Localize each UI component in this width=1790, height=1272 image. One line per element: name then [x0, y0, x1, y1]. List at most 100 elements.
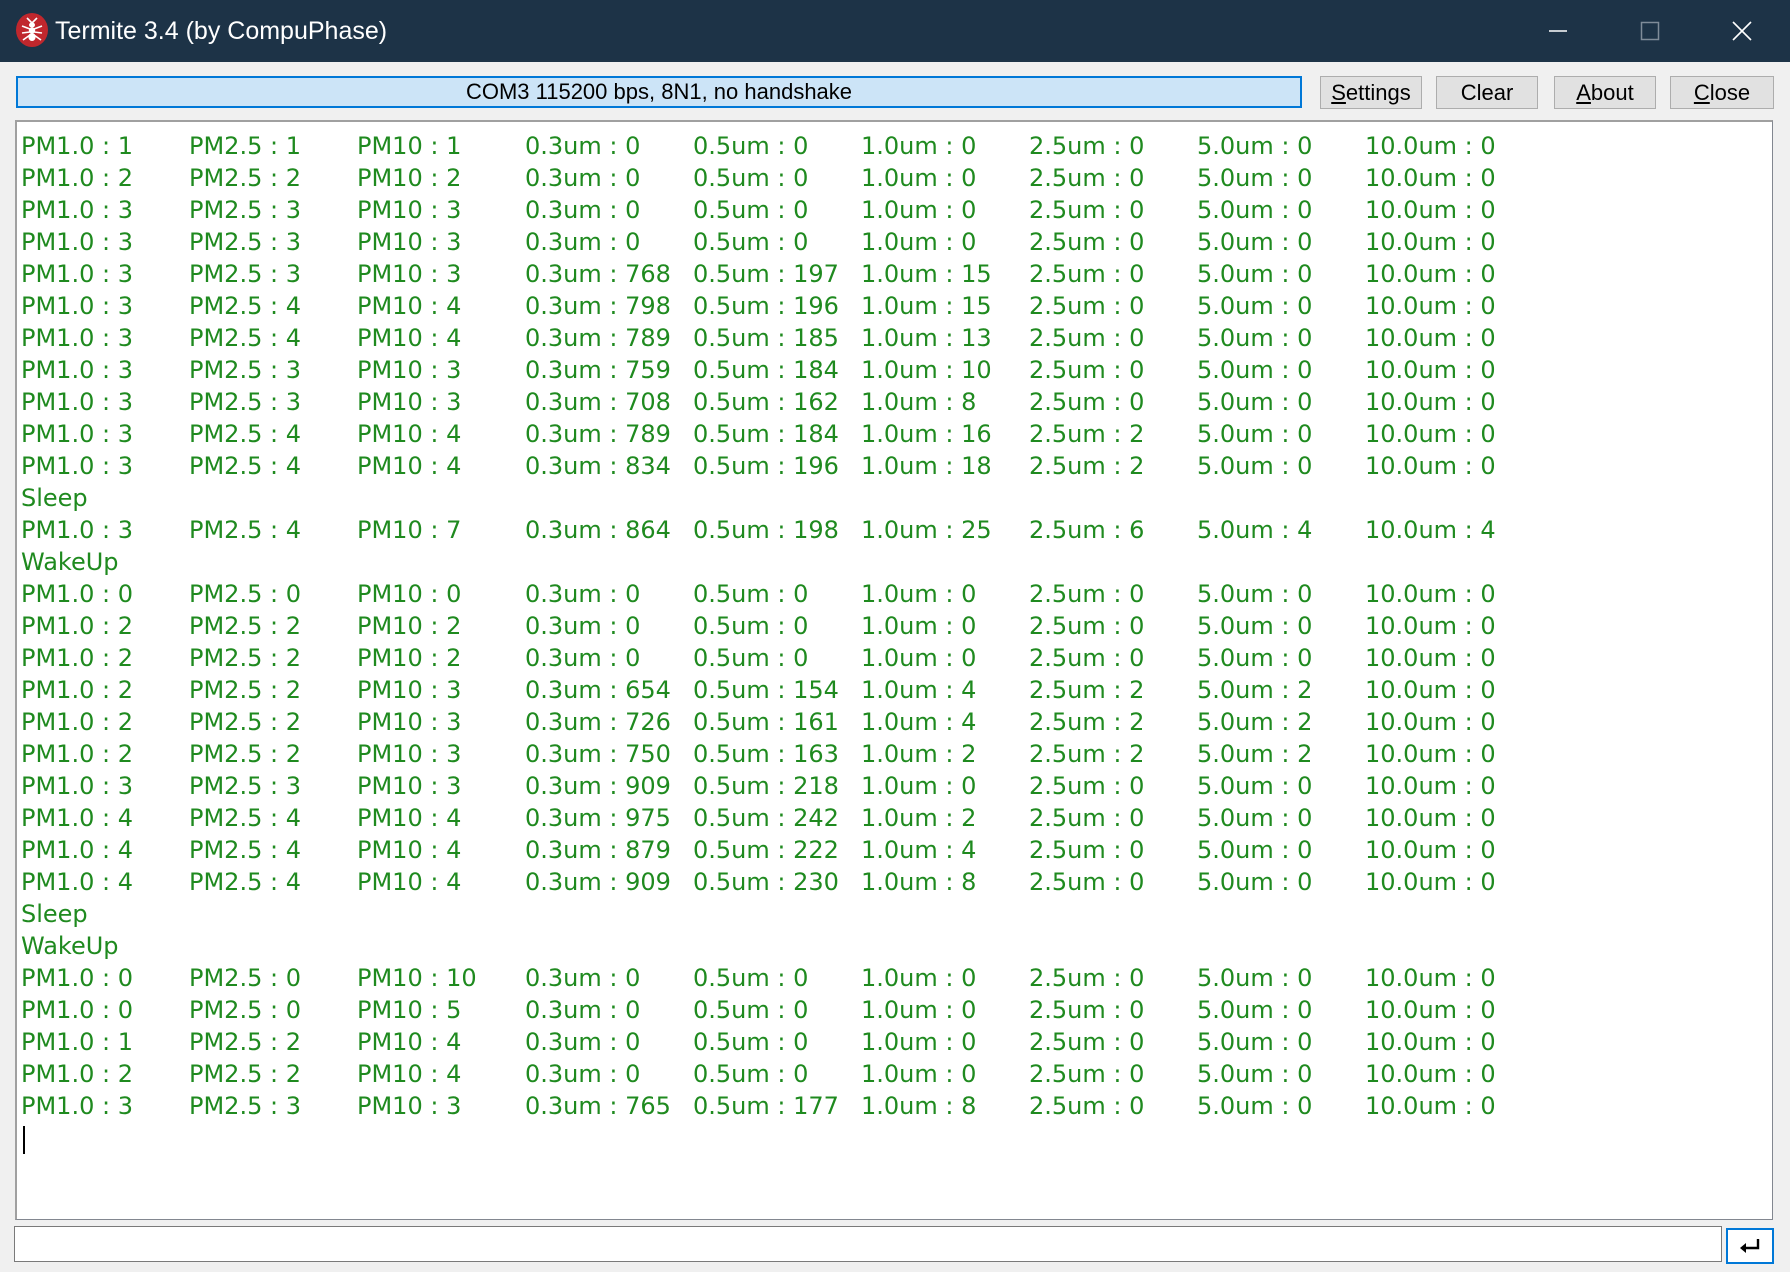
about-button[interactable]: About — [1554, 76, 1656, 109]
terminal-line: WakeUp — [21, 546, 1761, 578]
terminal-cell: 5.0um : 0 — [1197, 260, 1313, 288]
maximize-button[interactable] — [1604, 0, 1696, 62]
terminal-line: PM1.0 : 3 PM2.5 : 4 PM10 : 4 0.3um : 798 0.5… — [21, 290, 1761, 322]
terminal-cell: PM1.0 : 3 — [21, 260, 133, 288]
terminal-cell: 0.3um : 789 — [525, 324, 671, 352]
terminal-cell: 0.5um : 161 — [693, 708, 839, 736]
terminal-cell: 0.5um : 0 — [693, 164, 809, 192]
close-accel: C — [1693, 79, 1710, 105]
terminal-cell: PM10 : 2 — [357, 612, 462, 640]
terminal-output[interactable]: PM1.0 : 1 PM2.5 : 1 PM10 : 1 0.3um : 0 0.5um… — [15, 120, 1773, 1220]
terminal-line: PM1.0 : 2 PM2.5 : 2 PM10 : 2 0.3um : 0 0.5um… — [21, 610, 1761, 642]
app-ant-icon[interactable] — [16, 13, 48, 47]
terminal-cell: 5.0um : 0 — [1197, 388, 1313, 416]
terminal-cell: 2.5um : 0 — [1029, 356, 1145, 384]
terminal-cell: 5.0um : 0 — [1197, 420, 1313, 448]
terminal-cell: 1.0um : 4 — [861, 836, 977, 864]
terminal-cell: PM2.5 : 4 — [189, 292, 301, 320]
title-bar: Termite 3.4 (by CompuPhase) — [0, 0, 1790, 62]
terminal-cell: PM10 : 4 — [357, 1028, 462, 1056]
terminal-cell: 0.5um : 198 — [693, 516, 839, 544]
terminal-cell: Sleep — [21, 484, 88, 512]
terminal-cell: 0.3um : 0 — [525, 1028, 641, 1056]
terminal-cell: 0.5um : 177 — [693, 1092, 839, 1120]
terminal-cell: 2.5um : 0 — [1029, 388, 1145, 416]
settings-button[interactable]: Settings — [1320, 76, 1422, 109]
terminal-cell: PM2.5 : 4 — [189, 516, 301, 544]
terminal-cell: PM10 : 4 — [357, 420, 462, 448]
terminal-cell: 2.5um : 0 — [1029, 1028, 1145, 1056]
terminal-line: PM1.0 : 3 PM2.5 : 4 PM10 : 4 0.3um : 834 0.5… — [21, 450, 1761, 482]
terminal-cell: 2.5um : 0 — [1029, 228, 1145, 256]
terminal-cell: 0.5um : 230 — [693, 868, 839, 896]
terminal-cell: 0.3um : 708 — [525, 388, 671, 416]
terminal-cell: 2.5um : 0 — [1029, 1092, 1145, 1120]
terminal-cell: PM10 : 5 — [357, 996, 462, 1024]
terminal-cell: 1.0um : 8 — [861, 388, 977, 416]
port-status-field[interactable]: COM3 115200 bps, 8N1, no handshake — [16, 76, 1302, 108]
terminal-cell: PM2.5 : 2 — [189, 740, 301, 768]
terminal-cell: 10.0um : 0 — [1365, 324, 1496, 352]
terminal-cell: 5.0um : 0 — [1197, 868, 1313, 896]
close-button[interactable]: Close — [1670, 76, 1774, 109]
close-icon — [1732, 21, 1752, 41]
terminal-cell: 2.5um : 0 — [1029, 164, 1145, 192]
terminal-cell: 10.0um : 0 — [1365, 772, 1496, 800]
terminal-cell: PM10 : 3 — [357, 676, 462, 704]
terminal-cell: 1.0um : 0 — [861, 1060, 977, 1088]
terminal-cell: PM1.0 : 0 — [21, 964, 133, 992]
terminal-cell: 10.0um : 0 — [1365, 356, 1496, 384]
terminal-cell: PM1.0 : 3 — [21, 228, 133, 256]
settings-label: ettings — [1345, 79, 1411, 105]
terminal-cell: 2.5um : 0 — [1029, 644, 1145, 672]
close-window-button[interactable] — [1696, 0, 1788, 62]
terminal-cell: 5.0um : 0 — [1197, 644, 1313, 672]
minimize-button[interactable] — [1512, 0, 1604, 62]
clear-button[interactable]: Clear — [1436, 76, 1538, 109]
terminal-cell: PM1.0 : 2 — [21, 708, 133, 736]
terminal-cell: PM10 : 2 — [357, 644, 462, 672]
terminal-cell: 5.0um : 2 — [1197, 676, 1313, 704]
terminal-cell: 0.3um : 0 — [525, 228, 641, 256]
terminal-cell: 5.0um : 0 — [1197, 164, 1313, 192]
terminal-cell: 2.5um : 2 — [1029, 740, 1145, 768]
send-button[interactable] — [1726, 1228, 1774, 1264]
terminal-cell: 5.0um : 0 — [1197, 612, 1313, 640]
terminal-cell: PM10 : 3 — [357, 356, 462, 384]
terminal-line: PM1.0 : 3 PM2.5 : 4 PM10 : 4 0.3um : 789 0.5… — [21, 322, 1761, 354]
terminal-cell: 0.5um : 0 — [693, 612, 809, 640]
terminal-cell: 1.0um : 0 — [861, 612, 977, 640]
terminal-cell: 5.0um : 0 — [1197, 1028, 1313, 1056]
terminal-line: PM1.0 : 4 PM2.5 : 4 PM10 : 4 0.3um : 975 0.5… — [21, 802, 1761, 834]
terminal-cell: 1.0um : 10 — [861, 356, 992, 384]
terminal-cell: PM10 : 4 — [357, 292, 462, 320]
terminal-cell: 0.5um : 0 — [693, 228, 809, 256]
terminal-cell: 1.0um : 0 — [861, 132, 977, 160]
terminal-cell: 10.0um : 0 — [1365, 1028, 1496, 1056]
terminal-cell: PM10 : 4 — [357, 324, 462, 352]
terminal-line: PM1.0 : 4 PM2.5 : 4 PM10 : 4 0.3um : 879 0.5… — [21, 834, 1761, 866]
terminal-cell: PM1.0 : 2 — [21, 164, 133, 192]
terminal-line: PM1.0 : 3 PM2.5 : 3 PM10 : 3 0.3um : 768 0.5… — [21, 258, 1761, 290]
terminal-cell: 0.3um : 975 — [525, 804, 671, 832]
terminal-cell: 10.0um : 4 — [1365, 516, 1496, 544]
terminal-cell: 2.5um : 0 — [1029, 868, 1145, 896]
terminal-cell: 2.5um : 6 — [1029, 516, 1145, 544]
terminal-cell: 10.0um : 0 — [1365, 580, 1496, 608]
terminal-cell: 0.3um : 654 — [525, 676, 671, 704]
window-title: Termite 3.4 (by CompuPhase) — [55, 17, 388, 45]
terminal-cell: Sleep — [21, 900, 88, 928]
terminal-cell: 1.0um : 16 — [861, 420, 992, 448]
send-input[interactable] — [14, 1226, 1722, 1262]
terminal-cell: PM1.0 : 0 — [21, 580, 133, 608]
terminal-line: PM1.0 : 3 PM2.5 : 3 PM10 : 3 0.3um : 765 0.5… — [21, 1090, 1761, 1122]
terminal-cell: 0.3um : 750 — [525, 740, 671, 768]
terminal-cell: 2.5um : 0 — [1029, 836, 1145, 864]
terminal-cell: 0.5um : 184 — [693, 356, 839, 384]
terminal-cell: PM2.5 : 0 — [189, 964, 301, 992]
terminal-cell: 2.5um : 0 — [1029, 580, 1145, 608]
terminal-cell: PM10 : 0 — [357, 580, 462, 608]
terminal-cell: 0.5um : 184 — [693, 420, 839, 448]
terminal-line: PM1.0 : 3 PM2.5 : 4 PM10 : 7 0.3um : 864 0.5… — [21, 514, 1761, 546]
terminal-cell: PM1.0 : 2 — [21, 676, 133, 704]
